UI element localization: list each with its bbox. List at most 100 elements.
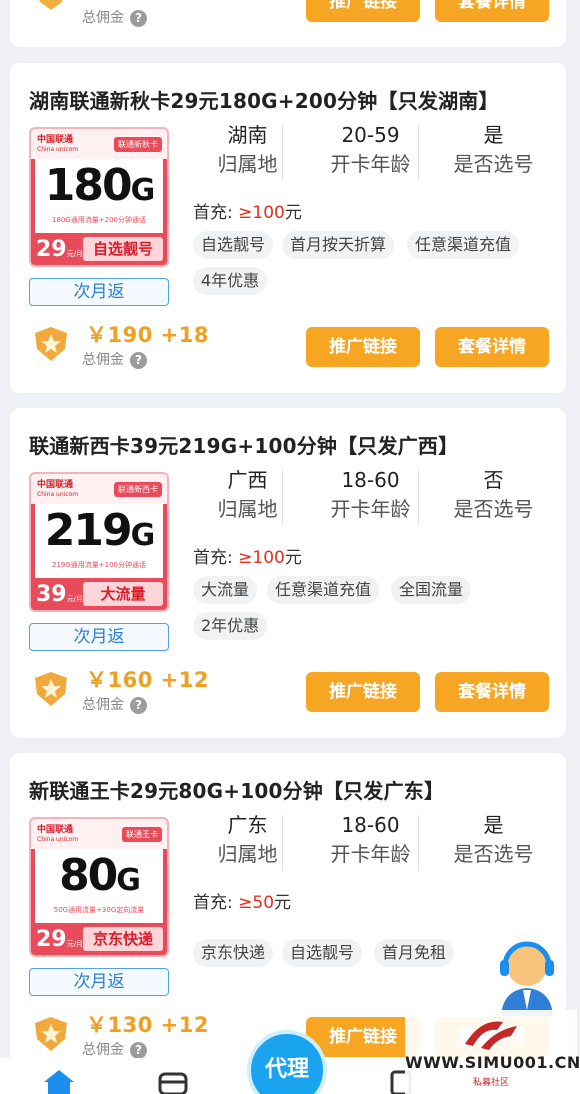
sim-desc: 180G通用流量+200分钟通话	[51, 216, 146, 224]
product-card[interactable]: 湖南联通新秋卡29元180G+200分钟【只发湖南】中国联通 China unic…	[10, 63, 566, 393]
unicom-logo: 中国联通 China unicom	[37, 135, 79, 154]
sim-price: 39元/月	[36, 582, 83, 607]
help-icon[interactable]: ?	[130, 351, 147, 369]
help-icon[interactable]: ?	[130, 1041, 147, 1059]
sim-card-image: 中国联通 China unicom 联通王卡 80G 50G通用流量+30G定向流量 29…	[29, 817, 169, 957]
plan-detail-button[interactable]: 套餐详情	[435, 327, 549, 367]
help-icon[interactable]: ?	[130, 696, 147, 714]
attributes: 广西 归属地 18-60 开卡年龄否是否选号	[186, 466, 556, 528]
feature-tag: 京东快递	[193, 939, 274, 967]
sim-desc: 50G通用流量+30G定向流量	[53, 906, 145, 914]
attribute: 否是否选号	[432, 466, 555, 528]
plan-detail-button[interactable]: 套餐详情	[435, 0, 549, 22]
commission-badge-icon	[35, 327, 67, 361]
watermark-logo-icon	[465, 1021, 517, 1050]
feature-tag: 任意渠道充值	[407, 231, 520, 259]
feature-tag: 2年优惠	[193, 612, 268, 640]
promote-link-button[interactable]: 推广链接	[306, 1017, 420, 1057]
attribute-value: 20-59	[341, 123, 400, 147]
first-recharge: 首充: ≥100元	[193, 548, 302, 568]
rebate-badge: 次月返	[29, 623, 169, 651]
attribute-label: 是否选号	[453, 152, 534, 176]
attribute-value: 是	[483, 123, 504, 147]
unicom-logo: 中国联通 China unicom	[37, 825, 79, 844]
attribute-value: 广西	[227, 468, 268, 492]
sim-card-image: 中国联通 China unicom 联通新秋卡 180G 180G通用流量+200分钟通…	[29, 127, 169, 267]
sim-name: 联通新西卡	[114, 482, 162, 497]
commission-label: 总佣金?	[82, 1039, 147, 1059]
attribute-value: 否	[483, 468, 504, 492]
sim-body: 180G 180G通用流量+200分钟通话	[35, 159, 163, 233]
attribute-value: 是	[483, 813, 504, 837]
feature-tag: 自选靓号	[193, 231, 274, 259]
sim-desc: 219G通用流量+100分钟通话	[51, 561, 146, 569]
commission-badge-icon	[35, 1017, 67, 1051]
commission-label: 总佣金?	[82, 7, 147, 27]
card-title: 新联通王卡29元80G+100分钟【只发广东】	[29, 779, 445, 803]
attribute: 18-60 开卡年龄	[309, 811, 432, 873]
unicom-logo: 中国联通 China unicom	[37, 480, 79, 499]
sim-body: 80G 50G通用流量+30G定向流量	[35, 849, 163, 923]
attribute: 是是否选号	[432, 121, 555, 183]
attribute-value: 18-60	[341, 468, 400, 492]
attribute-label: 开卡年龄	[330, 842, 411, 866]
customer-service-icon[interactable]	[495, 940, 559, 1016]
attributes: 广东 归属地 18-60 开卡年龄是是否选号	[186, 811, 556, 873]
product-card-partial: 总佣金? 推广链接 套餐详情	[10, 0, 566, 47]
sim-card-image: 中国联通 China unicom 联通新西卡 219G 219G通用流量+100分钟通…	[29, 472, 169, 612]
divider	[418, 815, 419, 871]
watermark-text: WWW.SIMU001.CN	[405, 1053, 580, 1072]
sim-tag: 自选靓号	[83, 237, 163, 261]
sim-body: 219G 219G通用流量+100分钟通话	[35, 504, 163, 578]
sim-data-amount: 180G	[44, 160, 155, 211]
divider	[282, 470, 283, 526]
attribute-label: 开卡年龄	[330, 152, 411, 176]
sim-price: 29元/月	[36, 927, 83, 952]
shop-icon[interactable]	[157, 1070, 189, 1094]
sim-tag: 京东快递	[83, 927, 163, 951]
commission-value: ￥190 +18	[86, 323, 209, 347]
attribute: 湖南 归属地	[186, 121, 309, 183]
promote-link-button[interactable]: 推广链接	[306, 0, 420, 22]
card-title: 湖南联通新秋卡29元180G+200分钟【只发湖南】	[29, 89, 499, 113]
attribute-value: 广东	[227, 813, 268, 837]
feature-tag: 首月免租	[374, 939, 455, 967]
sim-price: 29元/月	[36, 237, 83, 262]
attribute: 广西 归属地	[186, 466, 309, 528]
commission-value: ￥130 +12	[86, 1013, 209, 1037]
attribute: 是是否选号	[432, 811, 555, 873]
home-icon[interactable]	[42, 1068, 76, 1094]
attribute-value: 湖南	[227, 123, 268, 147]
commission-label: 总佣金?	[82, 694, 147, 714]
attribute: 广东 归属地	[186, 811, 309, 873]
plan-detail-button[interactable]: 套餐详情	[435, 672, 549, 712]
attribute-value: 18-60	[341, 813, 400, 837]
commission-badge-icon	[35, 672, 67, 706]
divider	[418, 470, 419, 526]
feature-tag: 大流量	[193, 576, 258, 604]
sim-name: 联通新秋卡	[114, 137, 162, 152]
commission-label: 总佣金?	[82, 349, 147, 369]
attribute-label: 归属地	[217, 497, 278, 521]
feature-tag: 自选靓号	[282, 939, 363, 967]
attribute: 18-60 开卡年龄	[309, 466, 432, 528]
feature-tag: 4年优惠	[193, 267, 268, 295]
attribute: 20-59 开卡年龄	[309, 121, 432, 183]
product-card[interactable]: 联通新西卡39元219G+100分钟【只发广西】中国联通 China unicom…	[10, 408, 566, 738]
attribute-label: 归属地	[217, 152, 278, 176]
sim-data-amount: 80G	[59, 850, 141, 901]
rebate-badge: 次月返	[29, 968, 169, 996]
feature-tag: 任意渠道充值	[267, 576, 380, 604]
card-title: 联通新西卡39元219G+100分钟【只发广西】	[29, 434, 459, 458]
promote-link-button[interactable]: 推广链接	[306, 672, 420, 712]
attribute-label: 是否选号	[453, 497, 534, 521]
sim-tag: 大流量	[83, 582, 163, 606]
attribute-label: 开卡年龄	[330, 497, 411, 521]
watermark: WWW.SIMU001.CN 私募社区	[405, 1010, 580, 1094]
help-icon[interactable]: ?	[130, 9, 147, 27]
promote-link-button[interactable]: 推广链接	[306, 327, 420, 367]
feature-tag: 全国流量	[391, 576, 472, 604]
attributes: 湖南 归属地 20-59 开卡年龄是是否选号	[186, 121, 556, 183]
sim-name: 联通王卡	[122, 827, 162, 842]
divider	[282, 815, 283, 871]
